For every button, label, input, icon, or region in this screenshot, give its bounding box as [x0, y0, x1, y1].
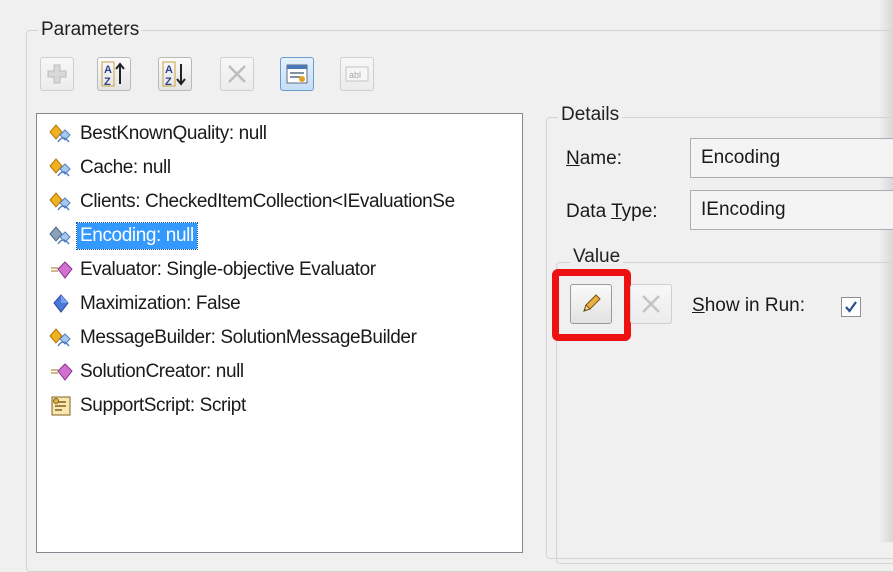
x-icon: [228, 65, 246, 83]
list-item[interactable]: Clients: CheckedItemCollection<IEvaluati…: [49, 186, 458, 218]
list-item[interactable]: SupportScript: Script: [49, 390, 249, 422]
svg-text:Z: Z: [104, 76, 111, 87]
parameters-group-title: Parameters: [38, 19, 143, 41]
list-item[interactable]: Cache: null: [49, 152, 174, 184]
value-group-title: Value: [570, 246, 624, 268]
svg-text:Z: Z: [165, 76, 172, 87]
list-item[interactable]: Evaluator: Single-objective Evaluator: [49, 254, 379, 286]
list-item[interactable]: SolutionCreator: null: [49, 356, 247, 388]
show-in-run-label: Show in Run:: [692, 295, 806, 316]
script-icon: [51, 396, 71, 416]
clear-value-button[interactable]: [630, 284, 672, 324]
list-item[interactable]: MessageBuilder: SolutionMessageBuilder: [49, 322, 420, 354]
value-parameter-icon: [49, 158, 71, 177]
svg-text:A: A: [165, 64, 173, 76]
remove-button[interactable]: [220, 57, 254, 91]
svg-text:A: A: [104, 64, 112, 76]
value-parameter-icon: [49, 192, 71, 211]
list-item[interactable]: Maximization: False: [49, 288, 243, 320]
fixed-value-icon: [53, 294, 69, 313]
name-field[interactable]: Encoding: [690, 138, 893, 178]
plus-icon: [47, 64, 67, 84]
properties-button[interactable]: [280, 57, 314, 91]
x-icon: [642, 295, 660, 313]
name-label: Name:: [566, 148, 622, 169]
sort-descending-button[interactable]: A Z: [158, 57, 192, 91]
data-type-label: Data Type:: [566, 201, 658, 222]
svg-text:abl: abl: [349, 70, 361, 80]
text-field-icon: abl: [345, 66, 369, 82]
sort-az-ascending-icon: A Z: [101, 61, 125, 87]
highlight-annotation: [552, 269, 631, 341]
value-parameter-icon: [49, 328, 71, 347]
sort-az-descending-icon: A Z: [162, 61, 186, 87]
rename-button[interactable]: abl: [340, 57, 374, 91]
list-item[interactable]: Encoding: null: [49, 220, 198, 252]
details-group-title: Details: [558, 104, 623, 126]
list-item[interactable]: BestKnownQuality: null: [49, 118, 270, 150]
add-button[interactable]: [40, 57, 74, 91]
properties-icon: [286, 64, 308, 84]
value-parameter-icon: [49, 124, 71, 143]
parameters-list[interactable]: BestKnownQuality: null Cache: null Clien…: [36, 113, 523, 553]
sort-ascending-button[interactable]: A Z: [97, 57, 131, 91]
operator-parameter-icon: [51, 261, 73, 279]
operator-parameter-icon: [51, 363, 73, 381]
show-in-run-checkbox[interactable]: [841, 297, 861, 317]
checkmark-icon: [845, 301, 857, 313]
value-parameter-icon: [49, 226, 71, 245]
data-type-field[interactable]: IEncoding: [690, 190, 893, 230]
